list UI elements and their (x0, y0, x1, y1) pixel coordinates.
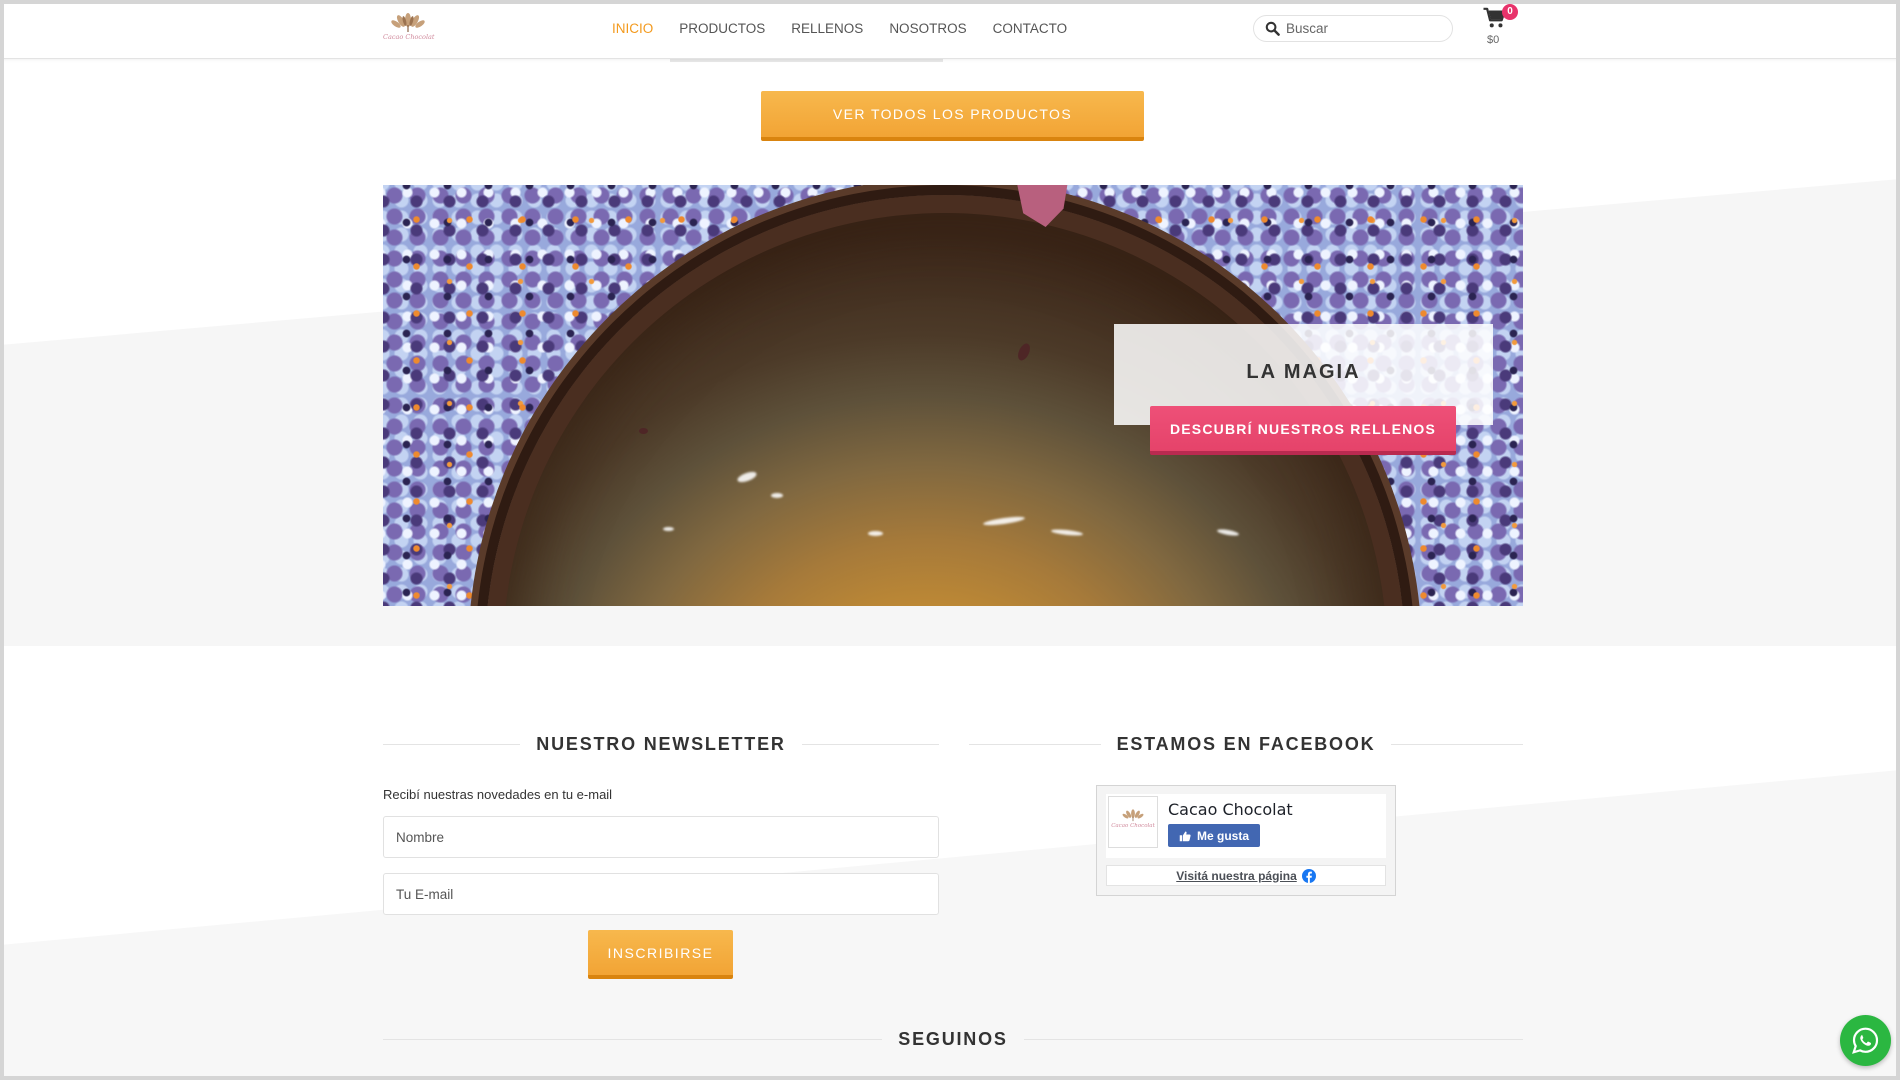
avatar-logo-text: Cacao Chocolat (1111, 823, 1155, 829)
newsletter-email-field[interactable] (383, 873, 939, 915)
facebook-page-name[interactable]: Cacao Chocolat (1168, 800, 1293, 819)
whatsapp-button[interactable] (1840, 1015, 1891, 1066)
newsletter-title: NUESTRO NEWSLETTER (536, 733, 786, 754)
facebook-heading: ESTAMOS EN FACEBOOK (969, 732, 1524, 756)
nav-item-contacto[interactable]: CONTACTO (993, 20, 1068, 38)
newsletter-section-background (0, 646, 1900, 1080)
chocolate-speck (639, 428, 648, 434)
heading-divider (1391, 743, 1524, 745)
facebook-page-card: Cacao Chocolat Cacao Chocolat Me gusta (1106, 794, 1386, 858)
cart-icon-wheel (1489, 23, 1494, 28)
search-icon[interactable] (1265, 21, 1280, 36)
newsletter-heading: NUESTRO NEWSLETTER (383, 732, 939, 756)
cacao-leaf-icon (391, 13, 425, 32)
cart-total: $0 (1487, 34, 1500, 46)
page: Cacao Chocolat INICIO PRODUCTOS RELLENOS… (0, 0, 1900, 1080)
newsletter-name-field[interactable] (383, 816, 939, 858)
facebook-title: ESTAMOS EN FACEBOOK (1116, 733, 1376, 754)
heading-divider (969, 743, 1101, 745)
whatsapp-bubble (1852, 1027, 1879, 1054)
caramel-highlight (663, 527, 674, 531)
facebook-page-widget: Cacao Chocolat Cacao Chocolat Me gusta V… (1096, 785, 1396, 896)
caramel-highlight (771, 493, 783, 498)
newsletter-description: Recibí nuestras novedades en tu e-mail (383, 787, 613, 802)
search-box (1253, 15, 1453, 42)
diagonal-tint (0, 770, 1900, 1080)
facebook-page-avatar[interactable]: Cacao Chocolat (1108, 796, 1158, 848)
site-logo[interactable]: Cacao Chocolat (383, 13, 435, 47)
whatsapp-phone (1860, 1034, 1872, 1046)
cart-icon-wheel (1498, 23, 1503, 28)
logo-text: Cacao Chocolat (383, 33, 435, 41)
like-label: Me gusta (1196, 828, 1249, 843)
cart-button[interactable]: 0 $0 (1480, 4, 1522, 53)
view-all-products-button[interactable]: VER TODOS LOS PRODUCTOS (761, 91, 1144, 141)
main-nav: INICIO PRODUCTOS RELLENOS NOSOTROS CONTA… (612, 20, 1067, 38)
follow-us-title: SEGUINOS (898, 1028, 1008, 1049)
facebook-like-button[interactable]: Me gusta (1168, 824, 1260, 847)
site-header: Cacao Chocolat INICIO PRODUCTOS RELLENOS… (0, 0, 1900, 59)
whatsapp-icon (1852, 1027, 1879, 1054)
banner-title: LA MAGIA (1246, 361, 1361, 383)
cacao-leaf-icon (1122, 809, 1144, 822)
thumbs-up-icon (1179, 831, 1191, 841)
heading-divider (383, 1038, 883, 1040)
discover-fillings-button[interactable]: DESCUBRÍ NUESTROS RELLENOS (1150, 406, 1456, 455)
nav-item-rellenos[interactable]: RELLENOS (791, 20, 863, 38)
nav-item-productos[interactable]: PRODUCTOS (679, 20, 765, 38)
subscribe-button[interactable]: INSCRIBIRSE (588, 930, 733, 979)
nav-item-nosotros[interactable]: NOSOTROS (889, 20, 966, 38)
nav-item-inicio[interactable]: INICIO (612, 20, 653, 38)
search-input[interactable] (1286, 16, 1446, 41)
search-icon-handle (1273, 29, 1280, 36)
heading-divider (1023, 1038, 1524, 1040)
follow-us-heading: SEGUINOS (383, 1027, 1524, 1051)
cart-count-badge: 0 (1502, 4, 1518, 20)
visit-page-label: Visitá nuestra página (1176, 868, 1297, 883)
product-card-edge (670, 59, 943, 62)
thumbs-up-shape (1179, 831, 1191, 841)
facebook-icon (1301, 868, 1316, 883)
heading-divider (801, 743, 939, 745)
heading-divider (383, 743, 521, 745)
visit-facebook-page-link[interactable]: Visitá nuestra página (1106, 865, 1386, 886)
caramel-highlight (868, 531, 883, 536)
